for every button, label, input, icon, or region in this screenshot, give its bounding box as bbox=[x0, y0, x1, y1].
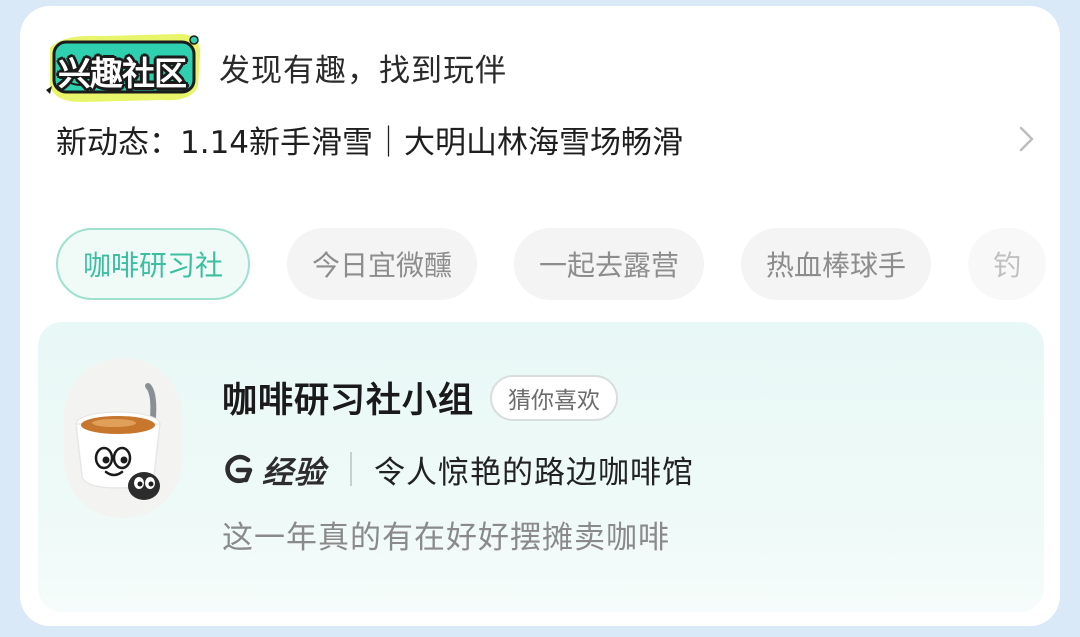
header: 兴趣社区 发现有趣，找到玩伴 bbox=[42, 22, 507, 112]
vertical-divider bbox=[350, 452, 352, 486]
tag-tipsy-today[interactable]: 今日宜微醺 bbox=[287, 228, 478, 300]
experience-label: 经验 bbox=[262, 454, 326, 491]
group-title-row: 咖啡研习社小组 猜你喜欢 bbox=[222, 372, 619, 423]
chevron-right-icon bbox=[1019, 126, 1034, 152]
logo-text: 兴趣社区 bbox=[58, 54, 187, 93]
interest-community-card: 兴趣社区 发现有趣，找到玩伴 新动态：1.14新手滑雪｜大明山林海雪场畅滑 咖啡… bbox=[20, 6, 1060, 626]
news-text: 新动态：1.14新手滑雪｜大明山林海雪场畅滑 bbox=[56, 124, 684, 161]
tag-coffee-club[interactable]: 咖啡研习社 bbox=[56, 228, 251, 300]
recommend-badge: 猜你喜欢 bbox=[490, 374, 619, 421]
community-logo: 兴趣社区 bbox=[42, 28, 207, 106]
tag-baseball[interactable]: 热血棒球手 bbox=[741, 228, 932, 300]
experience-logo-icon bbox=[225, 454, 253, 484]
coffee-cup-icon bbox=[64, 358, 182, 518]
tag-fishing[interactable]: 钓 bbox=[968, 228, 1047, 300]
group-description: 这一年真的有在好好摆摊卖咖啡 bbox=[222, 520, 670, 556]
group-avatar bbox=[64, 358, 182, 518]
experience-text: 令人惊艳的路边咖啡馆 bbox=[374, 454, 694, 491]
group-panel[interactable]: 咖啡研习社小组 猜你喜欢 经验 令人惊艳的路边咖啡馆 这一年真的有在好好摆摊卖咖… bbox=[38, 322, 1044, 612]
tags-row: 咖啡研习社 今日宜微醺 一起去露营 热血棒球手 钓 bbox=[56, 228, 1060, 300]
slogan: 发现有趣，找到玩伴 bbox=[219, 52, 507, 89]
news-row[interactable]: 新动态：1.14新手滑雪｜大明山林海雪场畅滑 bbox=[56, 111, 1046, 167]
experience-row: 经验 令人惊艳的路边咖啡馆 bbox=[222, 446, 694, 492]
group-title: 咖啡研习社小组 bbox=[222, 381, 475, 421]
tag-camping[interactable]: 一起去露营 bbox=[514, 228, 705, 300]
